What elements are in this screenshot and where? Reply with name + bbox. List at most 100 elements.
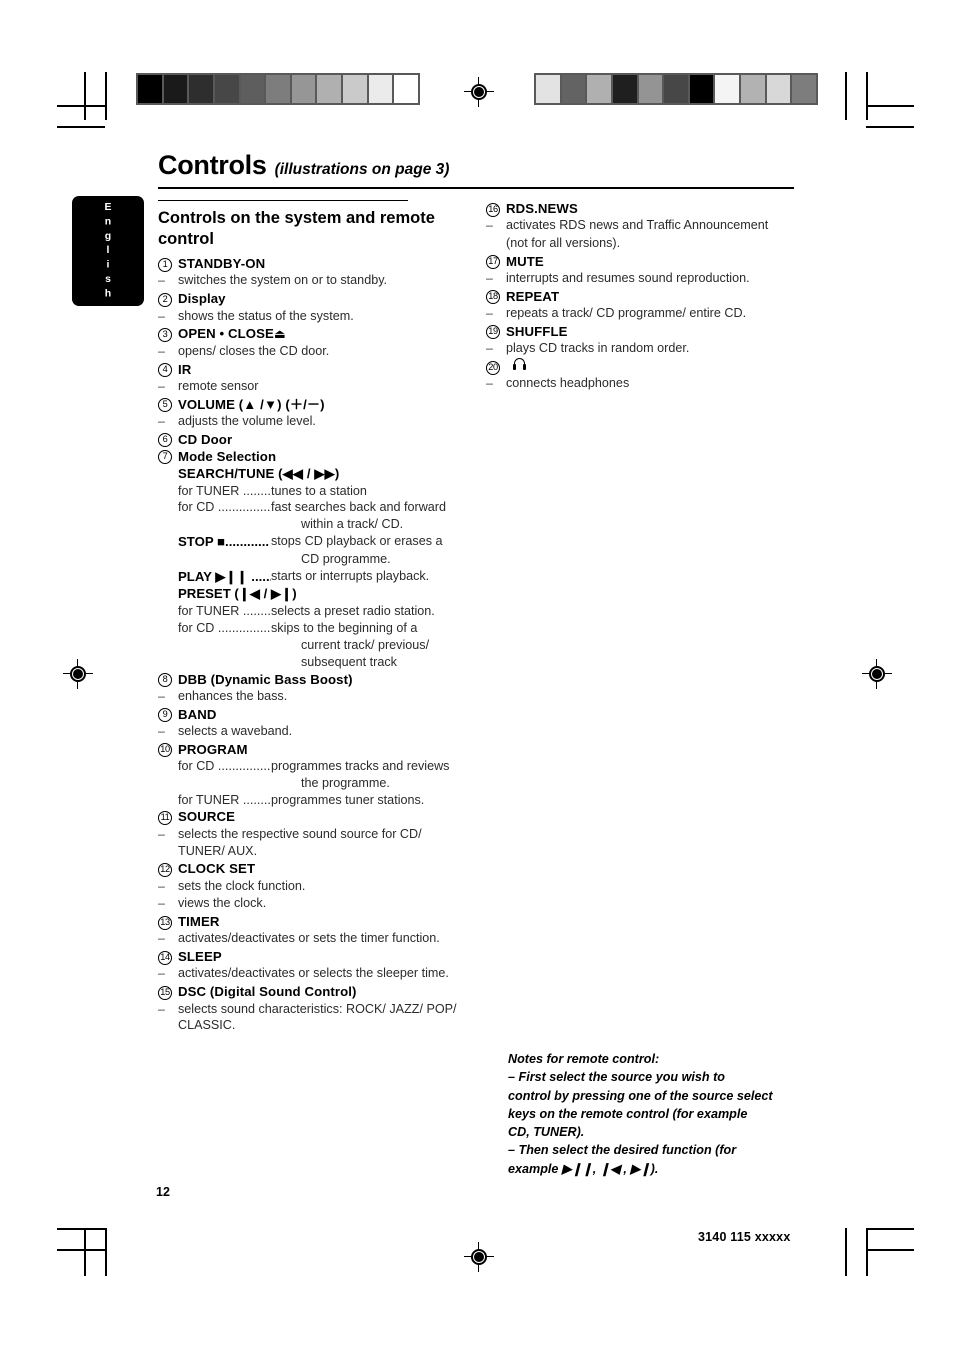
control-function-key: for CD ................ — [178, 500, 271, 515]
bullet-dash: – — [158, 1001, 165, 1016]
control-description: – switches the system on or to standby. — [158, 272, 468, 289]
control-label: PROGRAM — [178, 741, 248, 757]
grayscale-swatch — [561, 75, 586, 103]
control-item: 6 CD Door — [158, 431, 468, 448]
control-function-row: for CD ................ fast searches bac… — [158, 499, 468, 516]
crop-mark-tl-v2 — [105, 72, 107, 120]
registration-target-top — [464, 77, 494, 107]
control-number-badge: 13 — [158, 915, 172, 930]
control-function-value: skips to the beginning of a — [271, 621, 418, 635]
control-item-head: 13 TIMER — [158, 913, 468, 930]
control-item-head: 3 OPEN • CLOSE⏏ — [158, 325, 468, 342]
control-description: – sets the clock function. — [158, 878, 468, 895]
control-description: – repeats a track/ CD programme/ entire C… — [486, 305, 796, 322]
control-item: 18 REPEAT – repeats a track/ CD programme/ … — [486, 288, 796, 322]
grayscale-calibration-bar-left — [136, 73, 420, 105]
page-header: Controls (illustrations on page 3) — [158, 150, 794, 190]
controls-list-left: 1 STANDBY-ON – switches the system on or to… — [158, 255, 468, 1034]
page-title: Controls — [158, 150, 267, 180]
grayscale-swatch — [214, 75, 239, 103]
control-description-text: selects sound characteristics: ROCK/ JAZ… — [178, 1001, 457, 1033]
bullet-dash: – — [486, 306, 493, 321]
control-number-badge: 4 — [158, 363, 172, 377]
control-number-badge: 6 — [158, 433, 172, 448]
control-description-text: enhances the bass. — [178, 688, 288, 703]
control-number-badge: 10 — [158, 743, 172, 758]
control-function-key: PLAY ▶❙❙ ...... — [178, 568, 271, 584]
bullet-dash: – — [158, 931, 165, 946]
grayscale-swatch — [741, 75, 765, 103]
control-number-badge: 7 — [158, 450, 172, 465]
grayscale-swatch — [394, 75, 419, 103]
control-function-row: subsequent track — [158, 654, 468, 671]
control-function-value: tunes to a station — [271, 483, 367, 498]
control-description: – activates RDS news and Traffic Announce… — [486, 217, 796, 234]
control-number-badge: 8 — [158, 673, 172, 688]
control-description-text: connects headphones — [506, 375, 630, 390]
control-item: 8 DBB (Dynamic Bass Boost) – enhances the b… — [158, 671, 468, 705]
control-function-value: subsequent track — [301, 654, 397, 669]
control-item: 5 VOLUME (▲ /▼) (＋/－) – adjusts the volume … — [158, 396, 468, 430]
note-line: – Then select the desired function (for — [508, 1143, 737, 1158]
control-number-badge: 18 — [486, 290, 500, 305]
grayscale-swatch — [291, 75, 316, 103]
control-item-head: 11 SOURCE — [158, 808, 468, 825]
crop-mark-tl-h — [57, 105, 105, 107]
control-function-value: starts or interrupts playback. — [271, 568, 430, 583]
control-description-text: plays CD tracks in random order. — [506, 341, 690, 356]
control-description: – selects a waveband. — [158, 723, 468, 740]
crop-mark-tl-h2 — [57, 126, 105, 128]
control-function-row: STOP ■............ stops CD playback or e… — [158, 533, 468, 551]
control-function-value: programmes tuner stations. — [271, 792, 425, 807]
notes-for-remote-control: Notes for remote control: – First select… — [508, 1050, 808, 1178]
control-label: DSC (Digital Sound Control) — [178, 984, 357, 1000]
control-function-value: fast searches back and forward — [271, 500, 447, 515]
control-description-text: activates RDS news and Traffic Announcem… — [506, 218, 769, 233]
grayscale-swatch — [766, 75, 791, 103]
control-item-head: 7 Mode Selection — [158, 448, 468, 465]
grayscale-swatch — [612, 75, 637, 103]
grayscale-swatch — [536, 75, 560, 103]
control-item: 2 Display – shows the status of the system. — [158, 290, 468, 324]
controls-left-column: Controls on the system and remote contro… — [158, 200, 468, 1035]
control-item: 19 SHUFFLE – plays CD tracks in random orde… — [486, 323, 796, 357]
control-item: 20– connects headphones — [486, 358, 796, 391]
control-label: SLEEP — [178, 949, 222, 965]
crop-mark-tr-v2 — [845, 72, 847, 120]
manual-page: English Controls (illustrations on page … — [0, 0, 954, 1348]
crop-mark-tr-h — [866, 105, 914, 107]
crop-mark-bl-h2 — [57, 1249, 105, 1251]
page-subtitle: (illustrations on page 3) — [274, 161, 450, 178]
controls-list-right: 16 RDS.NEWS – activates RDS news and Traffi… — [486, 200, 796, 391]
crop-mark-tr-v — [866, 72, 868, 120]
control-function-row: for TUNER ........ tunes to a station — [158, 483, 468, 500]
control-description: – selects the respective sound source for… — [158, 826, 468, 860]
control-item: 7 Mode Selection SEARCH/TUNE (◀◀ / ▶▶) for … — [158, 448, 468, 671]
control-label: SHUFFLE — [506, 323, 568, 339]
control-label: REPEAT — [506, 288, 560, 304]
control-function-key: for TUNER ........ — [178, 604, 271, 619]
crop-mark-br-v — [866, 1228, 868, 1276]
crop-mark-br-h2 — [866, 1249, 914, 1251]
control-function-row: PRESET (❙◀ / ▶❙) — [158, 585, 468, 603]
control-function-row: the programme. — [158, 775, 468, 792]
control-label: CLOCK SET — [178, 861, 256, 877]
control-description-text: selects the respective sound source for … — [178, 826, 422, 858]
control-number-badge: 14 — [158, 950, 172, 965]
control-function-row: current track/ previous/ — [158, 637, 468, 654]
control-function-row: for CD ................ programmes tracks… — [158, 758, 468, 775]
bullet-dash: – — [486, 375, 493, 390]
control-function-row: for CD ................ skips to the begi… — [158, 620, 468, 637]
crop-mark-br-v2 — [845, 1228, 847, 1276]
control-item: 4 IR – remote sensor — [158, 361, 468, 395]
control-function-value: CD programme. — [301, 551, 391, 566]
control-description-text: sets the clock function. — [178, 878, 306, 893]
notes-lines: – First select the source you wish to con… — [508, 1068, 808, 1178]
control-description: – opens/ closes the CD door. — [158, 343, 468, 360]
grayscale-swatch — [317, 75, 342, 103]
control-number-badge: 11 — [158, 810, 172, 825]
control-label: BAND — [178, 706, 217, 722]
section-divider — [158, 200, 408, 202]
control-item: 17 MUTE – interrupts and resumes sound repr… — [486, 253, 796, 287]
control-item: 1 STANDBY-ON – switches the system on or to… — [158, 255, 468, 289]
